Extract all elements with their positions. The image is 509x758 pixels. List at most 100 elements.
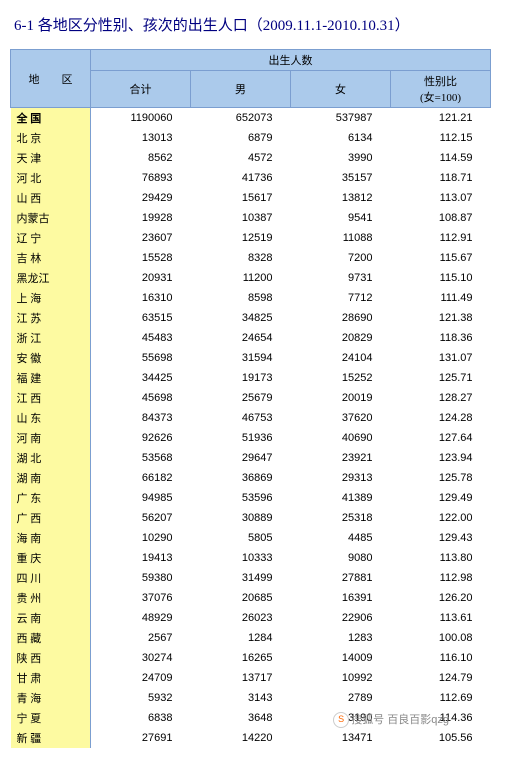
cell-region: 新 疆 — [11, 728, 91, 748]
table-row: 云 南489292602322906113.61 — [11, 608, 491, 628]
cell-total: 8562 — [91, 148, 191, 168]
page-title: 6-1 各地区分性别、孩次的出生人口（2009.11.1-2010.10.31） — [10, 10, 499, 49]
cell-ratio: 128.27 — [391, 388, 491, 408]
cell-region: 上 海 — [11, 288, 91, 308]
cell-region: 辽 宁 — [11, 228, 91, 248]
table-row: 贵 州370762068516391126.20 — [11, 588, 491, 608]
cell-female: 7200 — [291, 248, 391, 268]
cell-male: 30889 — [191, 508, 291, 528]
cell-male: 53596 — [191, 488, 291, 508]
cell-ratio: 131.07 — [391, 348, 491, 368]
table-row: 上 海1631085987712111.49 — [11, 288, 491, 308]
header-male: 男 — [191, 71, 291, 108]
cell-region: 天 津 — [11, 148, 91, 168]
table-row: 北 京1301368796134112.15 — [11, 128, 491, 148]
cell-ratio: 126.20 — [391, 588, 491, 608]
cell-total: 24709 — [91, 668, 191, 688]
cell-ratio: 112.15 — [391, 128, 491, 148]
table-row: 吉 林1552883287200115.67 — [11, 248, 491, 268]
table-row: 全 国1190060652073537987121.21 — [11, 108, 491, 129]
cell-female: 14009 — [291, 648, 391, 668]
table-row: 天 津856245723990114.59 — [11, 148, 491, 168]
cell-female: 10992 — [291, 668, 391, 688]
cell-ratio: 122.00 — [391, 508, 491, 528]
cell-total: 76893 — [91, 168, 191, 188]
cell-male: 10333 — [191, 548, 291, 568]
table-row: 湖 南661823686929313125.78 — [11, 468, 491, 488]
table-row: 黑龙江20931112009731115.10 — [11, 268, 491, 288]
cell-region: 四 川 — [11, 568, 91, 588]
cell-ratio: 127.64 — [391, 428, 491, 448]
cell-region: 黑龙江 — [11, 268, 91, 288]
cell-total: 92626 — [91, 428, 191, 448]
header-group: 出生人数 — [91, 50, 491, 71]
cell-ratio: 112.98 — [391, 568, 491, 588]
cell-ratio: 111.49 — [391, 288, 491, 308]
cell-total: 6838 — [91, 708, 191, 728]
cell-female: 6134 — [291, 128, 391, 148]
cell-female: 9731 — [291, 268, 391, 288]
header-total: 合计 — [91, 71, 191, 108]
table-row: 西 藏256712841283100.08 — [11, 628, 491, 648]
cell-region: 浙 江 — [11, 328, 91, 348]
cell-male: 25679 — [191, 388, 291, 408]
cell-region: 云 南 — [11, 608, 91, 628]
header-region: 地 区 — [11, 50, 91, 108]
cell-total: 20931 — [91, 268, 191, 288]
table-row: 河 南926265193640690127.64 — [11, 428, 491, 448]
cell-region: 重 庆 — [11, 548, 91, 568]
cell-total: 63515 — [91, 308, 191, 328]
data-table: 地 区 出生人数 合计 男 女 性别比 (女=100) 全 国119006065… — [10, 49, 491, 748]
cell-male: 8328 — [191, 248, 291, 268]
cell-ratio: 121.21 — [391, 108, 491, 129]
cell-male: 51936 — [191, 428, 291, 448]
cell-region: 湖 北 — [11, 448, 91, 468]
cell-female: 28690 — [291, 308, 391, 328]
cell-male: 20685 — [191, 588, 291, 608]
cell-female: 1283 — [291, 628, 391, 648]
cell-female: 20019 — [291, 388, 391, 408]
cell-ratio: 112.69 — [391, 688, 491, 708]
cell-region: 吉 林 — [11, 248, 91, 268]
cell-female: 20829 — [291, 328, 391, 348]
table-row: 福 建344251917315252125.71 — [11, 368, 491, 388]
cell-ratio: 125.71 — [391, 368, 491, 388]
cell-total: 45483 — [91, 328, 191, 348]
cell-region: 广 东 — [11, 488, 91, 508]
cell-total: 48929 — [91, 608, 191, 628]
cell-total: 15528 — [91, 248, 191, 268]
cell-ratio: 114.36 — [391, 708, 491, 728]
table-row: 广 东949855359641389129.49 — [11, 488, 491, 508]
cell-male: 14220 — [191, 728, 291, 748]
table-row: 重 庆19413103339080113.80 — [11, 548, 491, 568]
cell-total: 2567 — [91, 628, 191, 648]
cell-female: 15252 — [291, 368, 391, 388]
cell-female: 22906 — [291, 608, 391, 628]
table-row: 山 西294291561713812113.07 — [11, 188, 491, 208]
cell-total: 19928 — [91, 208, 191, 228]
cell-male: 31594 — [191, 348, 291, 368]
cell-ratio: 125.78 — [391, 468, 491, 488]
table-row: 甘 肃247091371710992124.79 — [11, 668, 491, 688]
cell-region: 青 海 — [11, 688, 91, 708]
cell-male: 31499 — [191, 568, 291, 588]
table-row: 湖 北535682964723921123.94 — [11, 448, 491, 468]
cell-ratio: 114.59 — [391, 148, 491, 168]
cell-region: 海 南 — [11, 528, 91, 548]
table-row: 新 疆276911422013471105.56 — [11, 728, 491, 748]
cell-male: 3648 — [191, 708, 291, 728]
table-row: 内蒙古19928103879541108.87 — [11, 208, 491, 228]
cell-female: 27881 — [291, 568, 391, 588]
cell-male: 10387 — [191, 208, 291, 228]
cell-female: 4485 — [291, 528, 391, 548]
cell-total: 45698 — [91, 388, 191, 408]
cell-ratio: 129.49 — [391, 488, 491, 508]
cell-ratio: 100.08 — [391, 628, 491, 648]
cell-total: 29429 — [91, 188, 191, 208]
cell-male: 13717 — [191, 668, 291, 688]
cell-total: 34425 — [91, 368, 191, 388]
cell-ratio: 116.10 — [391, 648, 491, 668]
header-ratio-l2: (女=100) — [395, 89, 486, 105]
cell-region: 北 京 — [11, 128, 91, 148]
cell-total: 23607 — [91, 228, 191, 248]
